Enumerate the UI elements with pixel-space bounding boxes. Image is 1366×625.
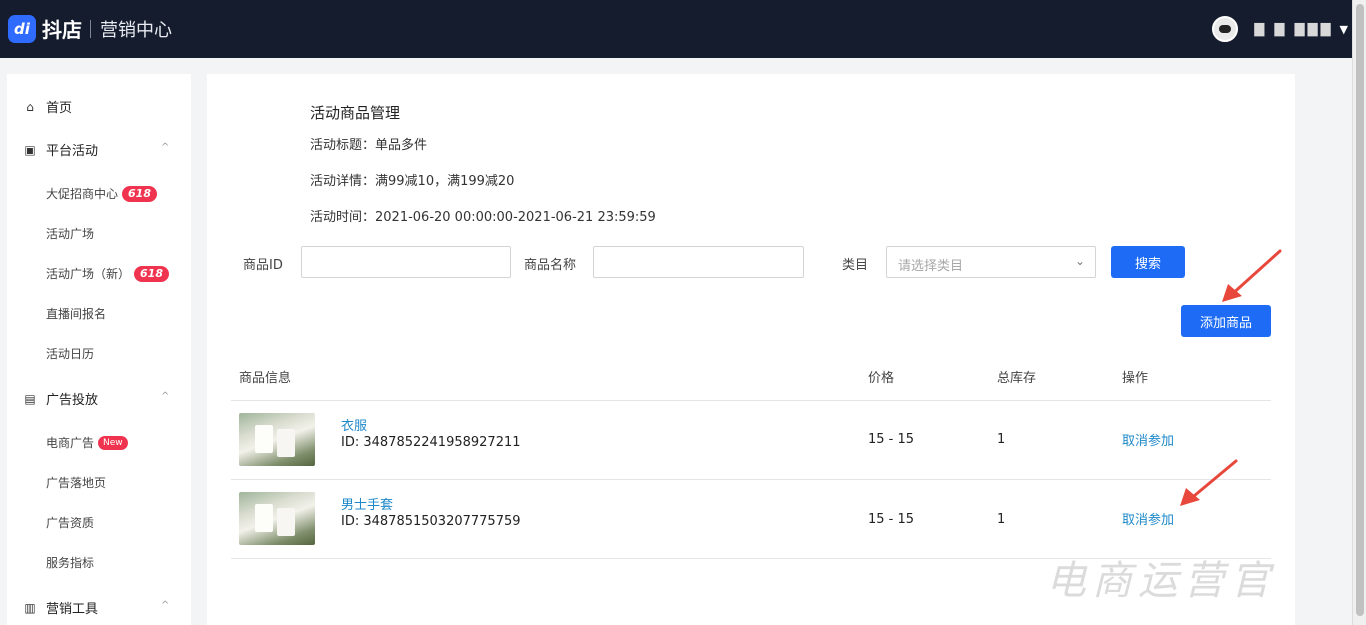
sidebar: ⌂ 首页 ▣ 平台活动 ^ 大促招商中心 618 活动广场 活动广场（新） 61…	[7, 74, 191, 625]
sidebar-item-service-metrics[interactable]: 服务指标	[46, 554, 94, 571]
sidebar-item-activity-calendar[interactable]: 活动日历	[46, 345, 94, 362]
sidebar-item-landing-page[interactable]: 广告落地页	[46, 474, 106, 491]
activity-title: 活动标题：单品多件	[310, 138, 428, 153]
new-badge: New	[98, 435, 128, 450]
sidebar-item-label: 广告资质	[46, 516, 95, 530]
chevron-up-icon[interactable]: ^	[161, 600, 169, 611]
sidebar-item-activity-square-new[interactable]: 活动广场（新） 618	[46, 265, 169, 282]
activity-detail: 活动详情：满99减10，满199减20	[310, 174, 515, 189]
scrollbar-thumb[interactable]	[1356, 4, 1364, 616]
product-name-link[interactable]: 男士手套	[341, 494, 393, 513]
table-divider	[231, 479, 1271, 480]
category-placeholder: 请选择类目	[898, 259, 964, 274]
sidebar-item-label: 营销工具	[46, 602, 99, 617]
product-name-label: 商品名称	[524, 258, 577, 273]
product-id-input[interactable]	[301, 246, 511, 278]
logo-divider	[90, 19, 91, 38]
column-header-stock: 总库存	[997, 371, 1037, 386]
ad-icon: ▤	[24, 391, 36, 406]
chevron-up-icon[interactable]: ^	[161, 142, 169, 153]
sidebar-item-ad-qualification[interactable]: 广告资质	[46, 514, 94, 531]
sidebar-item-label: 活动广场	[46, 227, 95, 241]
cancel-participation-link[interactable]: 取消参加	[1122, 430, 1174, 449]
column-header-price: 价格	[868, 371, 895, 386]
sidebar-group-marketing-tools[interactable]: ▥ 营销工具	[23, 598, 99, 618]
main-panel: 活动商品管理 活动标题：单品多件 活动详情：满99减10，满199减20 活动时…	[207, 74, 1295, 625]
618-badge: 618	[122, 185, 157, 202]
618-badge: 618	[134, 265, 169, 282]
logo-text: 抖店	[42, 18, 82, 42]
tools-icon: ▥	[24, 600, 36, 615]
product-id: ID: 3487851503207775759	[341, 514, 521, 529]
table-divider	[231, 400, 1271, 401]
page-title: 活动商品管理	[310, 104, 401, 122]
sidebar-item-label: 服务指标	[46, 556, 95, 570]
product-id-label: 商品ID	[243, 258, 283, 273]
home-icon: ⌂	[26, 99, 34, 114]
product-name-input[interactable]	[593, 246, 804, 278]
activity-time: 活动时间：2021-06-20 00:00:00-2021-06-21 23:5…	[310, 210, 656, 225]
product-price: 15 - 15	[868, 432, 915, 447]
logo-icon: di	[8, 14, 36, 43]
top-navbar: di 抖店 营销中心 ▇ ▇ ▇▇▇ ▼	[0, 0, 1366, 58]
product-thumbnail	[239, 413, 315, 466]
user-name[interactable]: ▇ ▇ ▇▇▇	[1254, 22, 1333, 37]
avatar[interactable]	[1212, 16, 1239, 42]
activity-icon: ▣	[24, 142, 36, 157]
category-label: 类目	[842, 258, 869, 273]
user-menu[interactable]: ▇ ▇ ▇▇▇ ▼	[1212, 16, 1348, 42]
product-thumbnail	[239, 492, 315, 545]
category-select[interactable]: 请选择类目 ⌄	[886, 246, 1096, 278]
logo[interactable]: di 抖店 营销中心	[8, 14, 172, 43]
sidebar-item-label: 直播间报名	[46, 307, 107, 321]
sidebar-item-label: 平台活动	[46, 144, 99, 159]
sidebar-item-activity-square[interactable]: 活动广场	[46, 225, 94, 242]
sidebar-group-ads[interactable]: ▤ 广告投放	[23, 389, 99, 409]
chevron-up-icon[interactable]: ^	[161, 391, 169, 402]
annotation-arrow-icon	[1222, 249, 1282, 302]
product-name-link[interactable]: 衣服	[341, 415, 367, 434]
product-price: 15 - 15	[868, 512, 915, 527]
sidebar-item-label: 电商广告	[46, 436, 95, 450]
sidebar-item-ecommerce-ads[interactable]: 电商广告 New	[46, 434, 128, 451]
search-button[interactable]: 搜索	[1111, 246, 1185, 278]
product-stock: 1	[997, 512, 1006, 527]
watermark: 电商运营官	[1046, 558, 1276, 604]
sidebar-item-home[interactable]: ⌂ 首页	[23, 97, 73, 117]
sidebar-item-live-signup[interactable]: 直播间报名	[46, 305, 106, 322]
page-scrollbar[interactable]	[1352, 0, 1366, 625]
app-subtitle: 营销中心	[100, 19, 172, 41]
cancel-participation-link[interactable]: 取消参加	[1122, 509, 1174, 528]
sidebar-item-label: 活动日历	[46, 347, 95, 361]
sidebar-item-label: 首页	[46, 101, 73, 116]
sidebar-item-label: 大促招商中心	[46, 187, 119, 201]
column-header-product-info: 商品信息	[239, 371, 292, 386]
product-id: ID: 3487852241958927211	[341, 435, 521, 450]
chevron-down-icon: ⌄	[1074, 254, 1085, 268]
sidebar-item-label: 广告投放	[46, 393, 99, 408]
sidebar-group-platform-activity[interactable]: ▣ 平台活动	[23, 140, 99, 160]
sidebar-item-label: 活动广场（新）	[46, 267, 131, 281]
add-product-button[interactable]: 添加商品	[1181, 305, 1271, 337]
annotation-arrow-icon	[1180, 459, 1238, 506]
product-stock: 1	[997, 432, 1006, 447]
chevron-down-icon[interactable]: ▼	[1340, 23, 1348, 36]
sidebar-item-label: 广告落地页	[46, 476, 107, 490]
sidebar-item-promo-center[interactable]: 大促招商中心 618	[46, 185, 157, 202]
column-header-action: 操作	[1122, 371, 1149, 386]
